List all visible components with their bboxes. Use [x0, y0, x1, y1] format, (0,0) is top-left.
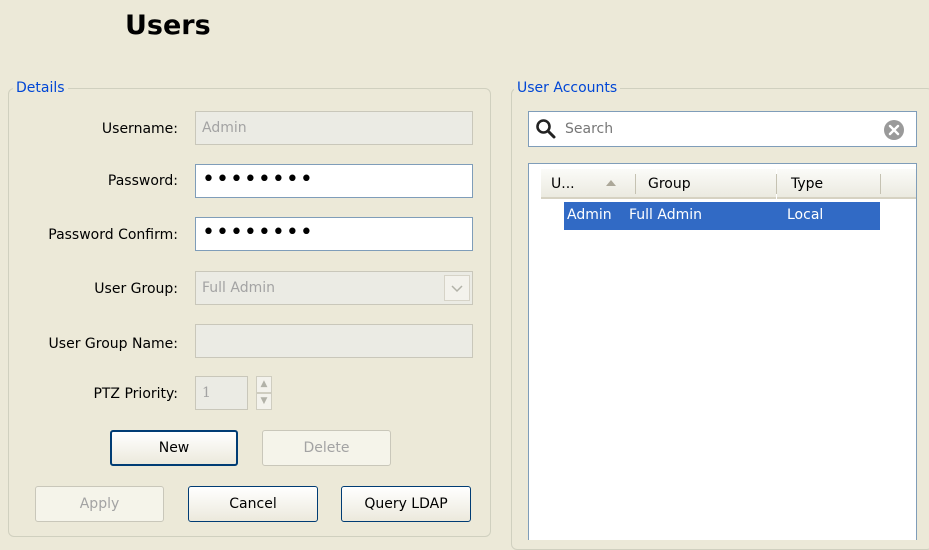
- user-group-label: User Group:: [94, 281, 178, 297]
- delete-button: Delete: [262, 430, 391, 466]
- cell-group: Full Admin: [629, 207, 703, 223]
- cancel-button[interactable]: Cancel: [188, 486, 318, 522]
- chevron-down-icon: [444, 275, 470, 301]
- password-confirm-label: Password Confirm:: [48, 227, 178, 243]
- table-row[interactable]: Admin Full Admin Local: [564, 202, 880, 230]
- details-group: Details: [8, 79, 491, 537]
- user-accounts-legend: User Accounts: [514, 79, 621, 97]
- password-field[interactable]: ••••••••: [195, 164, 473, 198]
- clear-x-icon[interactable]: [883, 119, 905, 145]
- user-accounts-table[interactable]: U... Group Type Admin Full Admin Local: [528, 163, 917, 540]
- new-button[interactable]: New: [110, 430, 238, 466]
- cell-user: Admin: [567, 207, 612, 223]
- column-header-user-label: U...: [551, 176, 575, 192]
- query-ldap-button[interactable]: Query LDAP: [341, 486, 471, 522]
- apply-button: Apply: [35, 486, 164, 522]
- ptz-priority-label: PTZ Priority:: [93, 386, 178, 402]
- user-group-name-field: [195, 324, 473, 358]
- column-header-type-label: Type: [791, 176, 824, 192]
- user-group-value: Full Admin: [202, 280, 276, 296]
- password-confirm-field[interactable]: ••••••••: [195, 217, 473, 251]
- column-header-type[interactable]: Type: [777, 169, 881, 199]
- magnifier-icon: [535, 118, 557, 144]
- column-header-filler: [881, 169, 916, 199]
- ptz-priority-field: 1: [195, 376, 248, 410]
- search-input[interactable]: [565, 118, 885, 140]
- sort-up-triangle-icon: [605, 169, 617, 199]
- user-group-select: Full Admin: [195, 271, 473, 305]
- search-box[interactable]: [528, 111, 917, 147]
- column-header-group[interactable]: Group: [636, 169, 776, 199]
- details-legend: Details: [13, 79, 68, 97]
- username-field: Admin: [195, 111, 473, 145]
- column-header-group-label: Group: [648, 176, 691, 192]
- user-group-name-label: User Group Name:: [48, 336, 178, 352]
- cell-type: Local: [787, 207, 824, 223]
- spin-up-icon: ▲: [256, 376, 272, 393]
- spin-down-icon: ▼: [256, 393, 272, 410]
- password-label: Password:: [107, 173, 178, 189]
- page-title: Users: [125, 10, 211, 41]
- username-label: Username:: [101, 121, 178, 137]
- column-header-user[interactable]: U...: [541, 169, 637, 199]
